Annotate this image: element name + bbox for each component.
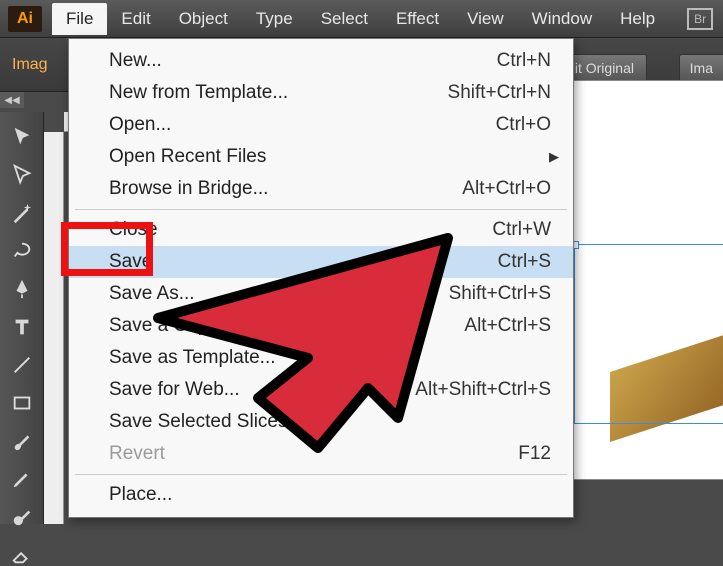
- menu-item-save-for-web[interactable]: Save for Web... Alt+Shift+Ctrl+S: [69, 374, 573, 406]
- menu-item-label: Save as Template...: [109, 347, 276, 369]
- submenu-arrow-icon: ▶: [549, 149, 559, 165]
- menu-item-close[interactable]: Close Ctrl+W: [69, 214, 573, 246]
- eraser-tool-icon[interactable]: [7, 544, 37, 566]
- menu-item-new[interactable]: New... Ctrl+N: [69, 45, 573, 77]
- panel-collapse-icon[interactable]: ◀◀: [0, 92, 24, 108]
- menu-item-save[interactable]: Save Ctrl+S: [69, 246, 573, 278]
- menu-file[interactable]: File: [52, 3, 107, 35]
- menu-item-label: Save Selected Slices...: [109, 411, 303, 433]
- menu-item-shortcut: Alt+Ctrl+S: [464, 315, 551, 337]
- menu-item-new-from-template[interactable]: New from Template... Shift+Ctrl+N: [69, 77, 573, 109]
- bridge-icon[interactable]: Br: [687, 8, 713, 30]
- menu-item-shortcut: Ctrl+N: [497, 50, 551, 72]
- menu-item-label: New from Template...: [109, 82, 288, 104]
- menu-item-label: Save As...: [109, 283, 195, 305]
- menu-item-shortcut: Ctrl+W: [492, 219, 551, 241]
- blob-brush-tool-icon[interactable]: [7, 506, 37, 528]
- menu-item-label: Save a Copy...: [109, 315, 232, 337]
- menu-help[interactable]: Help: [606, 3, 669, 35]
- menu-item-save-selected-slices[interactable]: Save Selected Slices...: [69, 406, 573, 438]
- menu-item-label: Close: [109, 219, 158, 241]
- menu-item-label: Place...: [109, 484, 172, 506]
- menu-item-label: Open Recent Files: [109, 146, 266, 168]
- menu-edit[interactable]: Edit: [107, 3, 164, 35]
- type-tool-icon[interactable]: [7, 316, 37, 338]
- menu-item-label: Save for Web...: [109, 379, 240, 401]
- menu-item-label: New...: [109, 50, 162, 72]
- menu-item-shortcut: Ctrl+O: [496, 114, 551, 136]
- rectangle-tool-icon[interactable]: [7, 392, 37, 414]
- tools-panel: [0, 112, 44, 524]
- menu-item-shortcut: Alt+Ctrl+O: [462, 178, 551, 200]
- ruler-vertical: [44, 132, 64, 524]
- document-tab[interactable]: Imag: [12, 56, 48, 74]
- menubar: Ai File Edit Object Type Select Effect V…: [0, 0, 723, 38]
- direct-select-tool-icon[interactable]: [7, 164, 37, 186]
- menu-item-save-a-copy[interactable]: Save a Copy... Alt+Ctrl+S: [69, 310, 573, 342]
- menu-effect[interactable]: Effect: [382, 3, 453, 35]
- selection-bounding-box[interactable]: [574, 244, 723, 424]
- menu-item-label: Revert: [109, 443, 165, 465]
- menu-item-revert: Revert F12: [69, 438, 573, 470]
- menu-item-save-as-template[interactable]: Save as Template...: [69, 342, 573, 374]
- menu-item-shortcut: Alt+Shift+Ctrl+S: [415, 379, 551, 401]
- menu-item-open-recent-files[interactable]: Open Recent Files ▶: [69, 141, 573, 173]
- file-menu-dropdown: New... Ctrl+N New from Template... Shift+Ct…: [68, 38, 574, 518]
- menu-item-place[interactable]: Place...: [69, 479, 573, 511]
- menu-item-shortcut: Shift+Ctrl+S: [449, 283, 551, 305]
- menu-item-shortcut: Shift+Ctrl+N: [448, 82, 551, 104]
- menu-type[interactable]: Type: [242, 3, 307, 35]
- menu-window[interactable]: Window: [518, 3, 606, 35]
- lasso-tool-icon[interactable]: [7, 240, 37, 262]
- menu-object[interactable]: Object: [165, 3, 242, 35]
- menu-item-shortcut: F12: [518, 443, 551, 465]
- menu-item-browse-in-bridge[interactable]: Browse in Bridge... Alt+Ctrl+O: [69, 173, 573, 205]
- menu-item-label: Save: [109, 251, 152, 273]
- magic-wand-tool-icon[interactable]: [7, 202, 37, 224]
- menu-item-label: Open...: [109, 114, 171, 136]
- brush-tool-icon[interactable]: [7, 430, 37, 452]
- line-tool-icon[interactable]: [7, 354, 37, 376]
- menu-item-shortcut: Ctrl+S: [498, 251, 551, 273]
- menu-item-open[interactable]: Open... Ctrl+O: [69, 109, 573, 141]
- menu-select[interactable]: Select: [307, 3, 382, 35]
- menu-item-save-as[interactable]: Save As... Shift+Ctrl+S: [69, 278, 573, 310]
- menu-view[interactable]: View: [453, 3, 518, 35]
- selection-tool-icon[interactable]: [7, 126, 37, 148]
- image-button[interactable]: Ima: [679, 54, 723, 82]
- pencil-tool-icon[interactable]: [7, 468, 37, 490]
- menu-item-label: Browse in Bridge...: [109, 178, 268, 200]
- pen-tool-icon[interactable]: [7, 278, 37, 300]
- app-logo: Ai: [8, 6, 42, 32]
